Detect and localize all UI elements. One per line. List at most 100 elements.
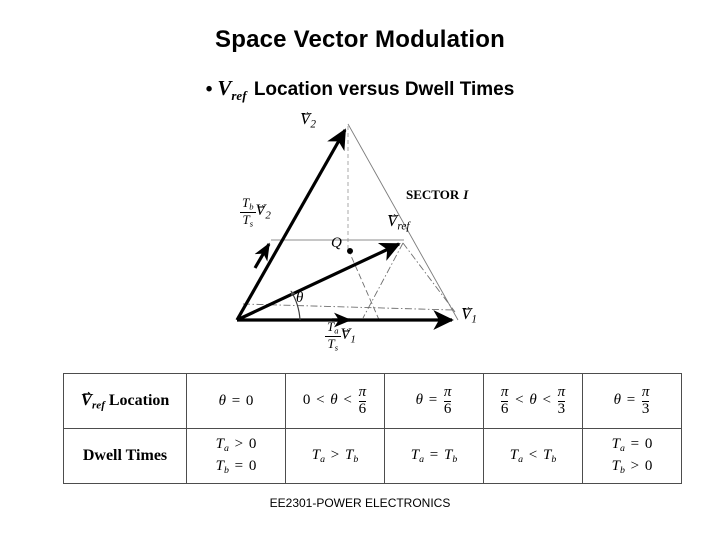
loc5-op: =: [626, 392, 636, 409]
row-header-vref-location: ⇀ Vref Location: [63, 373, 187, 429]
dw4-lhs: T: [509, 447, 519, 464]
ta-numerator-sub: a: [334, 325, 339, 336]
sector-number: I: [463, 187, 469, 202]
loc4-fraction-2: π 3: [557, 383, 566, 418]
ts-denominator-2: T: [327, 335, 335, 351]
row-vref-vector-accent-icon: ⇀: [83, 389, 90, 400]
loc2-frac-den: 6: [358, 400, 367, 417]
label-sector: SECTOR I: [406, 188, 468, 201]
cell-location-col1: θ = 0: [186, 373, 286, 429]
sector-text: SECTOR: [406, 187, 460, 202]
bullet-text: Location versus Dwell Times: [248, 79, 515, 100]
construction-dashdot-b: [402, 242, 456, 313]
dw5b-lhs-sub: b: [619, 465, 625, 477]
tb-v2-vector-accent-icon: ⇀: [257, 202, 264, 213]
loc5-lhs: θ: [613, 392, 621, 409]
v2-subscript: 2: [310, 118, 316, 131]
loc3-frac-den: 6: [443, 400, 452, 417]
dw5a-lhs: T: [611, 436, 620, 453]
dw1b-rhs: 0: [248, 458, 257, 474]
loc2-frac-num: π: [358, 383, 367, 400]
loc2-op2: <: [343, 392, 352, 409]
label-v1: ⇀ V1: [461, 305, 477, 326]
row-header-location-label: Location: [108, 392, 170, 410]
tb-numerator-sub: b: [249, 201, 254, 212]
dw2-op: >: [330, 447, 340, 464]
dw4-lhs-sub: a: [518, 454, 524, 466]
ta-v1-subscript: 1: [350, 333, 356, 346]
dw5b-lhs: T: [611, 458, 620, 474]
loc4-fraction-1: π 6: [500, 383, 509, 418]
row-header-dwell-times: Dwell Times: [63, 428, 187, 484]
construction-dashdot-a: [242, 303, 454, 311]
loc3-fraction: π 6: [443, 383, 452, 418]
cell-dwell-col3: Ta = Tb: [384, 428, 484, 484]
ts-denominator-sub: s: [249, 218, 254, 229]
cell-location-col3: θ = π 6: [384, 373, 484, 429]
tb-ts-fraction: Tb Ts: [240, 196, 256, 228]
v1-vector-accent-icon: ⇀: [462, 304, 470, 314]
loc2-mid: θ: [330, 392, 338, 409]
q-point-marker: [347, 248, 353, 254]
dw1a-lhs-sub: a: [223, 443, 229, 455]
slide-footer: EE2301-POWER ELECTRONICS: [269, 496, 451, 510]
loc3-op: =: [428, 392, 438, 409]
dw1a-rhs: 0: [248, 436, 257, 453]
dw1a-lhs: T: [215, 436, 224, 453]
label-vref: ⇀ Vref: [387, 212, 409, 233]
dw2-lhs-sub: a: [320, 454, 326, 466]
tb-v2-subscript: 2: [265, 209, 271, 222]
cell-location-col2: 0 < θ < π 6: [285, 373, 385, 429]
dw2-rhs-sub: b: [353, 454, 359, 466]
loc4-op2: <: [542, 392, 551, 409]
row-vref-subscript: ref: [92, 399, 105, 412]
vref-vector-accent-icon: ⇀: [388, 211, 396, 221]
cell-dwell-col4: Ta < Tb: [483, 428, 583, 484]
page-title: Space Vector Modulation: [215, 26, 505, 53]
loc4-frac-num: π: [500, 383, 509, 400]
bullet-vector-symbol: V: [217, 76, 232, 100]
label-theta: θ: [296, 290, 304, 306]
construction-dashdot-d: [347, 248, 381, 323]
dw5a-lhs-sub: a: [619, 443, 625, 455]
label-ta-over-ts-v1: Ta Ts ⇀ V1: [325, 320, 356, 352]
dw5b-rhs: 0: [644, 458, 653, 474]
loc1-rhs: 0: [245, 392, 254, 409]
vector-tb-ts-v2-arrowhead: [253, 242, 271, 269]
loc1-op: =: [231, 392, 241, 409]
loc3-frac-num: π: [443, 383, 452, 400]
cell-location-col5: θ = π 3: [582, 373, 682, 429]
loc2-fraction: π 6: [358, 383, 367, 418]
loc4-op: <: [515, 392, 524, 409]
bullet-marker-icon: •: [205, 78, 213, 100]
vref-subscript: ref: [397, 220, 410, 233]
v2-vector-accent-icon: ⇀: [301, 109, 309, 119]
loc3-lhs: θ: [415, 392, 423, 409]
table-row-location: ⇀ Vref Location θ = 0 0 < θ < π 6 θ = π …: [63, 373, 682, 429]
loc5-frac-num: π: [641, 383, 650, 400]
cell-dwell-col2: Ta > Tb: [285, 428, 385, 484]
dw1b-op: =: [234, 458, 244, 474]
label-q-point: Q: [331, 235, 342, 251]
dw1b-lhs-sub: b: [223, 465, 229, 477]
ta-v1-vector-accent-icon: ⇀: [342, 326, 349, 337]
cell-dwell-col1: Ta > 0 Tb = 0: [186, 428, 286, 484]
label-tb-over-ts-v2: Tb Ts ⇀ V2: [240, 196, 271, 228]
dw5b-op: >: [630, 458, 640, 474]
ts-denominator-sub-2: s: [334, 342, 339, 353]
loc4-frac-den: 6: [500, 400, 509, 417]
dw1b-lhs: T: [215, 458, 224, 474]
dw4-op: <: [528, 447, 538, 464]
loc4-frac2-num: π: [557, 383, 566, 400]
dw5a-rhs: 0: [644, 436, 653, 453]
loc2-lhs: 0: [302, 392, 311, 409]
dw2-lhs: T: [311, 447, 321, 464]
ta-ts-fraction: Ta Ts: [325, 320, 341, 352]
table-row-dwell-times: Dwell Times Ta > 0 Tb = 0 Ta > Tb Ta = T…: [63, 428, 682, 484]
loc4-frac2-den: 3: [557, 400, 566, 417]
bullet-line: • Vref Location versus Dwell Times: [0, 76, 720, 104]
dw4-rhs-sub: b: [551, 454, 557, 466]
vector-vref: [236, 242, 401, 322]
dw3-rhs-sub: b: [452, 454, 458, 466]
dw1a-op: >: [234, 436, 244, 453]
